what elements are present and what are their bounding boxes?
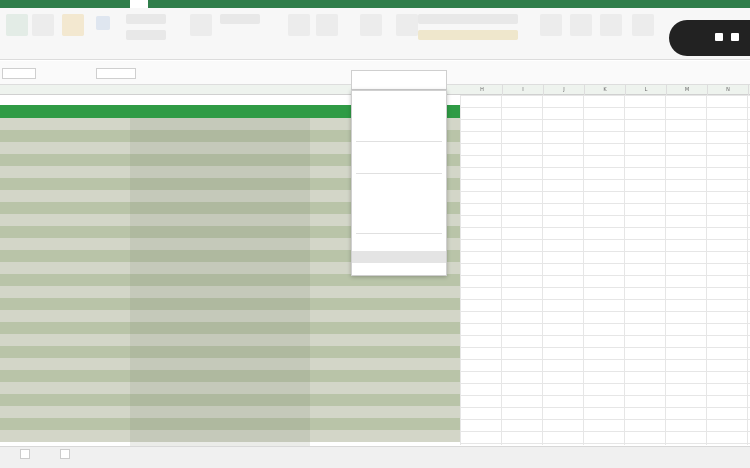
selection-overlay (130, 118, 310, 446)
column-header[interactable]: N (708, 85, 749, 95)
ribbon-tab-active[interactable] (130, 0, 148, 8)
ribbon-tab[interactable] (286, 0, 292, 8)
sort-icon[interactable] (570, 14, 592, 36)
ribbon-tab[interactable] (30, 0, 36, 8)
menu-item[interactable] (352, 205, 446, 217)
ribbon-tab[interactable] (410, 0, 416, 8)
font-size-select[interactable] (126, 30, 166, 40)
menu-item[interactable] (352, 99, 446, 111)
menu-item[interactable] (352, 127, 446, 139)
table-style-icon[interactable] (316, 14, 338, 36)
column-header[interactable]: J (544, 85, 585, 95)
find-icon[interactable] (540, 14, 562, 36)
format-painter-icon[interactable] (32, 14, 54, 36)
ribbon-tab[interactable] (380, 0, 386, 8)
menu-separator (356, 141, 442, 142)
menu-item[interactable] (352, 237, 446, 249)
context-menu (351, 90, 447, 276)
menu-item[interactable] (352, 219, 446, 231)
row-column-select[interactable] (418, 14, 518, 24)
menu-item[interactable] (352, 145, 446, 157)
menu-item[interactable] (352, 263, 446, 275)
fill-select[interactable] (418, 30, 518, 40)
align-icon[interactable] (190, 14, 212, 36)
menu-separator (356, 173, 442, 174)
menu-item[interactable] (352, 177, 446, 189)
filter-icon[interactable] (96, 16, 110, 30)
freeze-icon[interactable] (600, 14, 622, 36)
ribbon-tab[interactable] (350, 0, 356, 8)
ribbon-tab[interactable] (254, 0, 260, 8)
clear-icon[interactable] (62, 14, 84, 36)
pause-icon[interactable] (731, 33, 739, 41)
empty-cells[interactable] (460, 95, 750, 445)
recording-control[interactable] (669, 20, 750, 56)
ribbon-tab[interactable] (4, 0, 10, 8)
paste-icon[interactable] (6, 14, 28, 36)
ribbon-tab-bar (0, 0, 750, 8)
worksheet-icon[interactable] (632, 14, 654, 36)
font-select[interactable] (126, 14, 166, 24)
menu-separator (356, 233, 442, 234)
mini-toolbar[interactable] (351, 70, 447, 90)
formula-input[interactable] (96, 68, 136, 79)
column-header[interactable]: H (462, 85, 503, 95)
number-format-select[interactable] (220, 14, 260, 24)
column-header[interactable]: I (503, 85, 544, 95)
menu-item-hovered[interactable] (352, 251, 446, 263)
insert-icon[interactable] (396, 14, 418, 36)
ribbon-toolbar (0, 8, 750, 60)
column-header[interactable]: M (667, 85, 708, 95)
ribbon-tab[interactable] (222, 0, 228, 8)
cell-style-icon[interactable] (360, 14, 382, 36)
video-subtitle (0, 452, 750, 468)
name-box[interactable] (2, 68, 36, 79)
conditional-format-icon[interactable] (288, 14, 310, 36)
ribbon-tab[interactable] (192, 0, 198, 8)
column-header[interactable]: K (585, 85, 626, 95)
ribbon-tab[interactable] (160, 0, 166, 8)
ribbon-tab[interactable] (318, 0, 324, 8)
menu-item[interactable] (352, 113, 446, 125)
column-header[interactable]: L (626, 85, 667, 95)
stop-icon[interactable] (715, 33, 723, 41)
menu-item[interactable] (352, 191, 446, 203)
ribbon-tab[interactable] (62, 0, 68, 8)
menu-item[interactable] (352, 159, 446, 171)
